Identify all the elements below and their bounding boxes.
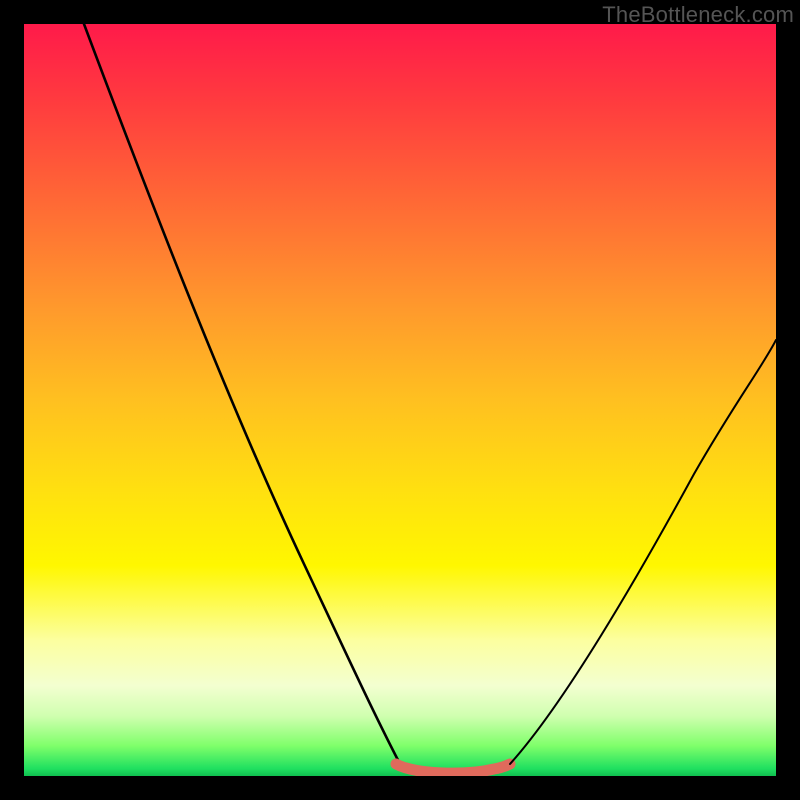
curve-min-segment: [396, 764, 510, 773]
watermark-text: TheBottleneck.com: [602, 2, 794, 28]
curve-layer: [24, 24, 776, 776]
curve-right-branch: [510, 340, 776, 764]
curve-left-branch: [84, 24, 400, 764]
chart-canvas: TheBottleneck.com: [0, 0, 800, 800]
plot-area: [24, 24, 776, 776]
